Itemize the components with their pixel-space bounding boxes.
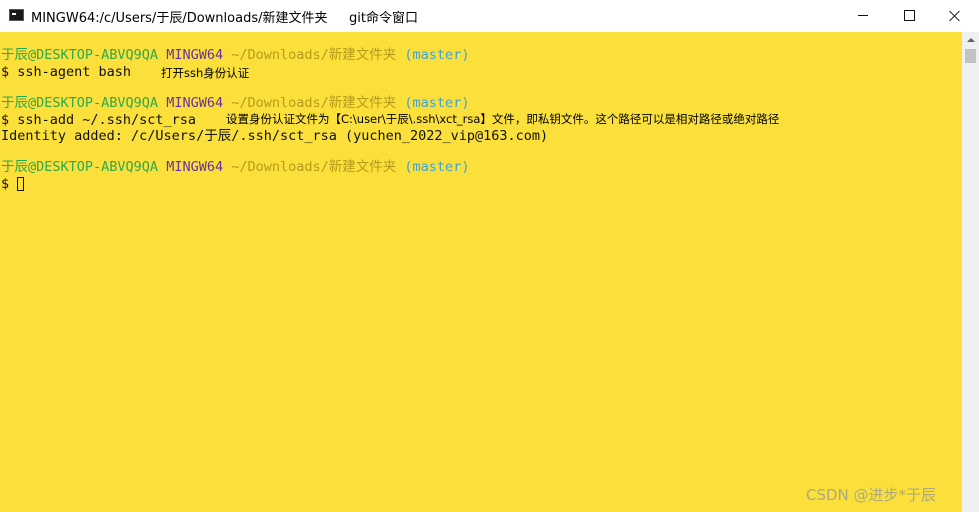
prompt-branch: (master) — [404, 159, 470, 175]
terminal-output-area[interactable]: 于辰@DESKTOP-ABVQ9QA MINGW64 ~/Downloads/新… — [0, 32, 962, 512]
prompt-path: ~/Downloads/新建文件夹 — [231, 95, 397, 111]
scrollbar-thumb[interactable] — [965, 49, 976, 63]
prompt-line: 于辰@DESKTOP-ABVQ9QA MINGW64 ~/Downloads/新… — [1, 159, 469, 175]
maximize-icon — [903, 10, 915, 21]
command-annotation: 设置身份认证文件为【C:\user\于辰\.ssh\xct_rsa】文件，即私钥… — [226, 112, 780, 126]
prompt-path: ~/Downloads/新建文件夹 — [231, 159, 397, 175]
prompt-system: MINGW64 — [166, 159, 224, 175]
title-bar[interactable]: MINGW64:/c/Users/于辰/Downloads/新建文件夹 git命… — [0, 0, 979, 33]
prompt-user-host: 于辰@DESKTOP-ABVQ9QA — [1, 47, 159, 63]
text-cursor — [17, 177, 25, 191]
command-line: $ ssh-agent bash — [1, 64, 132, 80]
prompt-line: 于辰@DESKTOP-ABVQ9QA MINGW64 ~/Downloads/新… — [1, 47, 469, 63]
scroll-up-arrow-icon[interactable] — [962, 32, 979, 48]
maximize-button[interactable] — [886, 0, 932, 31]
prompt-branch: (master) — [404, 47, 470, 63]
command-annotation: 打开ssh身份认证 — [161, 66, 250, 80]
terminal-app-icon — [9, 9, 24, 21]
title-annotation: git命令窗口 — [349, 11, 418, 26]
prompt-path: ~/Downloads/新建文件夹 — [231, 47, 397, 63]
close-button[interactable] — [932, 0, 978, 31]
command-output: Identity added: /c/Users/于辰/.ssh/sct_rsa… — [1, 128, 549, 144]
close-icon — [949, 10, 961, 22]
prompt-user-host: 于辰@DESKTOP-ABVQ9QA — [1, 95, 159, 111]
prompt-system: MINGW64 — [166, 47, 224, 63]
prompt-user-host: 于辰@DESKTOP-ABVQ9QA — [1, 159, 159, 175]
prompt-line: 于辰@DESKTOP-ABVQ9QA MINGW64 ~/Downloads/新… — [1, 95, 469, 111]
watermark: CSDN @进步*于辰 — [806, 486, 937, 504]
shell-prompt-symbol: $ — [1, 176, 18, 192]
prompt-branch: (master) — [404, 95, 470, 111]
terminal-window: MINGW64:/c/Users/于辰/Downloads/新建文件夹 git命… — [0, 0, 979, 512]
command-line: $ ssh-add ~/.ssh/sct_rsa — [1, 112, 197, 128]
vertical-scrollbar[interactable] — [962, 32, 979, 512]
minimize-icon — [858, 15, 868, 16]
minimize-button[interactable] — [840, 0, 886, 31]
window-title: MINGW64:/c/Users/于辰/Downloads/新建文件夹 — [31, 11, 328, 26]
command-input-line[interactable]: $ — [1, 176, 25, 192]
prompt-system: MINGW64 — [166, 95, 224, 111]
